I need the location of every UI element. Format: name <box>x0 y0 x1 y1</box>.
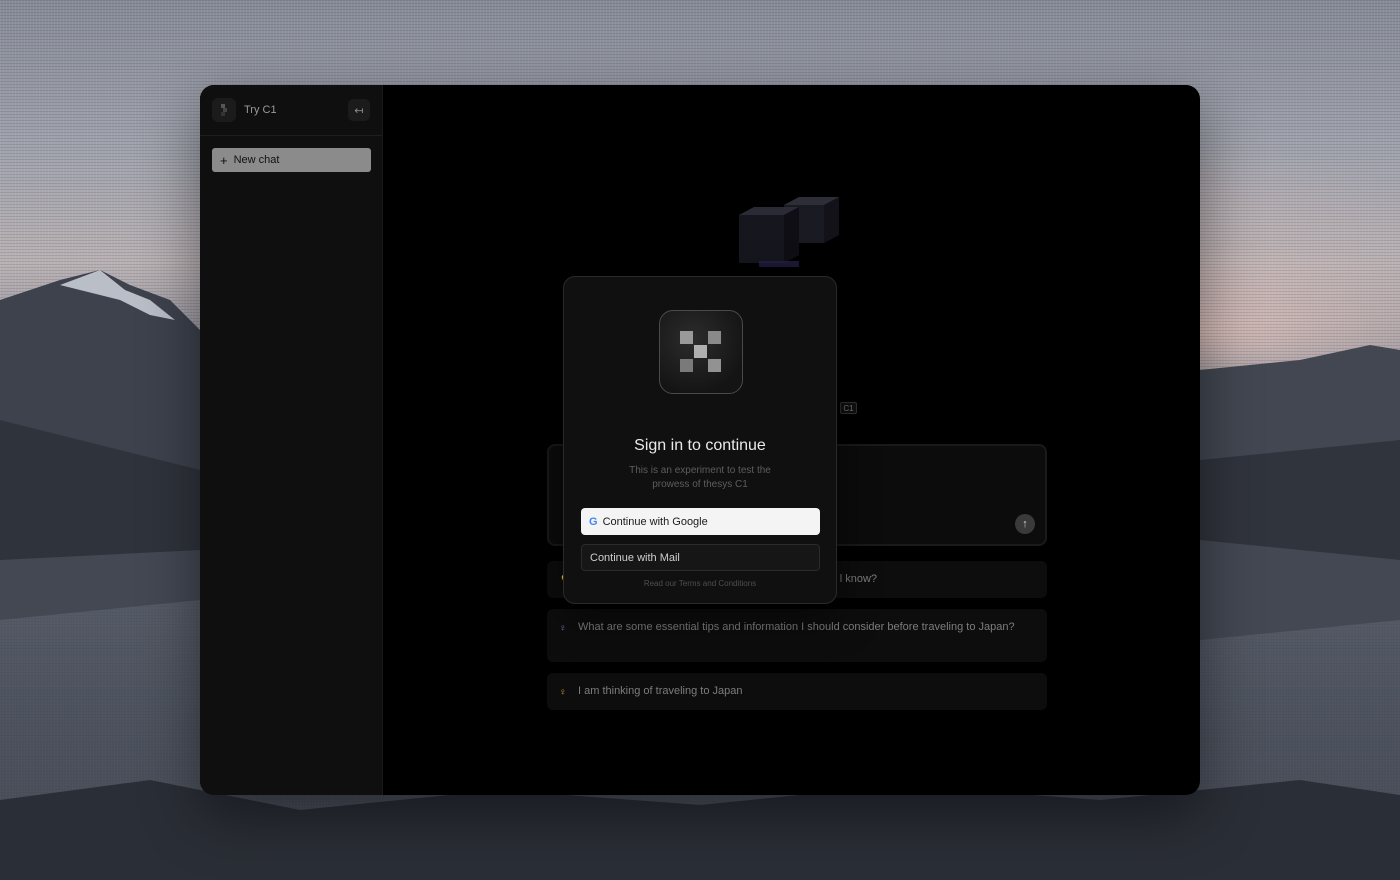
continue-with-google-button[interactable]: G Continue with Google <box>581 508 820 535</box>
cubes-illustration <box>739 197 839 267</box>
thesys-logo-icon <box>659 310 743 394</box>
c1-badge: C1 <box>840 402 857 414</box>
sidebar-title: Try C1 <box>244 104 277 116</box>
terms-link[interactable]: Read our Terms and Conditions <box>564 579 836 588</box>
suggestion-card-3[interactable]: ♀ I am thinking of traveling to Japan <box>547 673 1047 710</box>
suggestion-card-2[interactable]: ♀ What are some essential tips and infor… <box>547 609 1047 662</box>
collapse-sidebar-icon[interactable]: ↤ <box>348 99 370 121</box>
modal-title: Sign in to continue <box>634 437 766 454</box>
lightbulb-icon: ♀ <box>559 687 567 698</box>
google-button-label: Continue with Google <box>602 515 708 528</box>
thesys-logo-icon <box>212 98 236 122</box>
mail-button-label: Continue with Mail <box>590 551 680 564</box>
new-chat-label: New chat <box>233 154 280 166</box>
continue-with-mail-button[interactable]: Continue with Mail <box>581 544 820 571</box>
send-arrow-icon[interactable]: ↑ <box>1015 514 1035 534</box>
new-chat-button[interactable]: + New chat <box>212 148 371 172</box>
plus-icon: + <box>220 152 228 168</box>
sign-in-modal: Sign in to continue This is an experimen… <box>563 276 837 604</box>
google-icon: G <box>589 515 598 528</box>
sidebar: Try C1 ↤ + New chat <box>200 85 383 795</box>
suggestion-text: I am thinking of traveling to Japan <box>578 685 743 697</box>
sidebar-header: Try C1 ↤ <box>200 85 382 136</box>
lightbulb-icon: ♀ <box>559 623 567 634</box>
suggestion-text: l know? <box>839 573 877 585</box>
modal-subtitle: This is an experiment to test the prowes… <box>629 465 771 490</box>
suggestion-text: What are some essential tips and informa… <box>578 621 1015 633</box>
